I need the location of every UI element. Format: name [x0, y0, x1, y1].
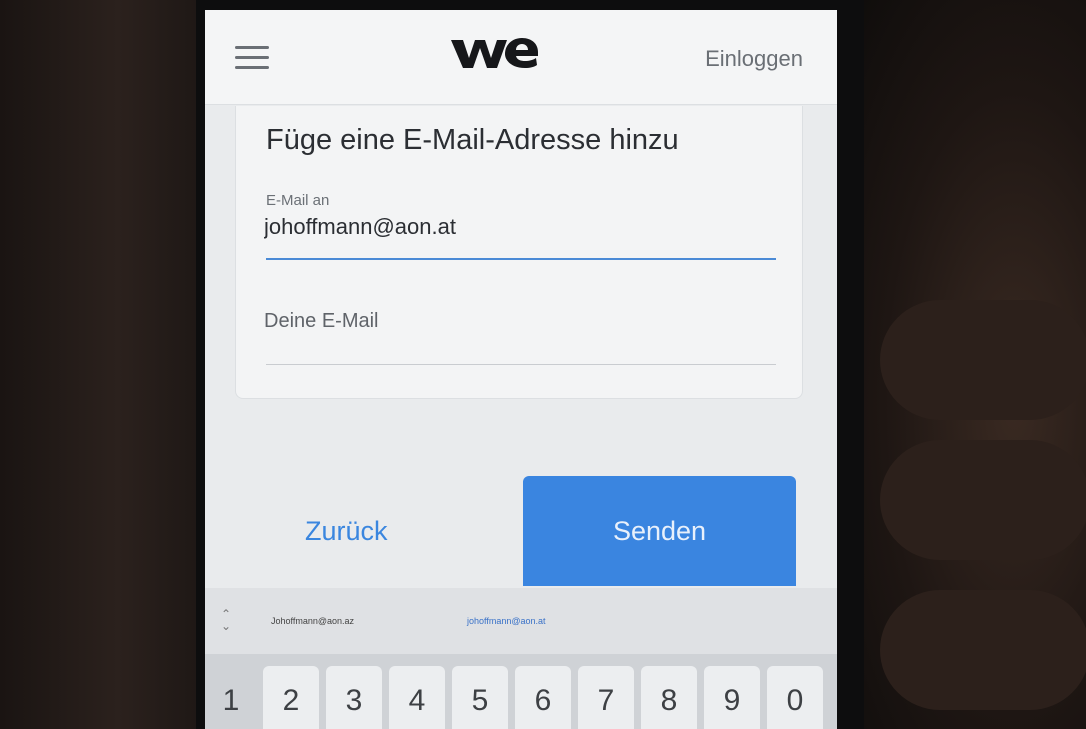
background-left — [0, 0, 215, 729]
key-3[interactable]: 3 — [326, 666, 382, 729]
expand-collapse-icon[interactable]: ⌃ ⌄ — [219, 608, 233, 634]
finger-shape — [880, 300, 1086, 420]
key-9[interactable]: 9 — [704, 666, 760, 729]
recipient-email-underline — [266, 258, 776, 260]
autofill-suggestion[interactable]: johoffmann@aon.at — [467, 616, 546, 626]
finger-shape — [880, 440, 1086, 560]
wetransfer-logo[interactable] — [449, 32, 539, 72]
app-bar: Einloggen — [205, 10, 837, 105]
key-5[interactable]: 5 — [452, 666, 508, 729]
autofill-suggestion-bar: ⌃ ⌄ Johoffmann@aon.az johoffmann@aon.at — [205, 588, 837, 654]
key-1[interactable]: 1 — [211, 666, 251, 729]
key-6[interactable]: 6 — [515, 666, 571, 729]
key-2[interactable]: 2 — [263, 666, 319, 729]
sender-email-input[interactable] — [264, 310, 764, 333]
phone-screen: Einloggen Füge eine E-Mail-Adresse hinzu… — [205, 10, 837, 729]
login-link[interactable]: Einloggen — [705, 46, 803, 72]
finger-shape — [880, 590, 1086, 710]
card-title: Füge eine E-Mail-Adresse hinzu — [266, 124, 679, 156]
recipient-email-input[interactable] — [264, 214, 764, 240]
key-7[interactable]: 7 — [578, 666, 634, 729]
hamburger-menu-icon[interactable] — [235, 46, 269, 70]
sender-email-underline — [266, 364, 776, 365]
autofill-suggestion[interactable]: Johoffmann@aon.az — [271, 616, 354, 626]
back-button[interactable]: Zurück — [305, 516, 388, 547]
add-email-card: Füge eine E-Mail-Adresse hinzu E-Mail an — [235, 106, 803, 399]
keyboard: 1 2 3 4 5 6 7 8 9 0 — [205, 654, 837, 729]
send-button[interactable]: Senden — [523, 476, 796, 586]
key-0[interactable]: 0 — [767, 666, 823, 729]
recipient-email-label: E-Mail an — [266, 192, 330, 209]
key-8[interactable]: 8 — [641, 666, 697, 729]
key-4[interactable]: 4 — [389, 666, 445, 729]
